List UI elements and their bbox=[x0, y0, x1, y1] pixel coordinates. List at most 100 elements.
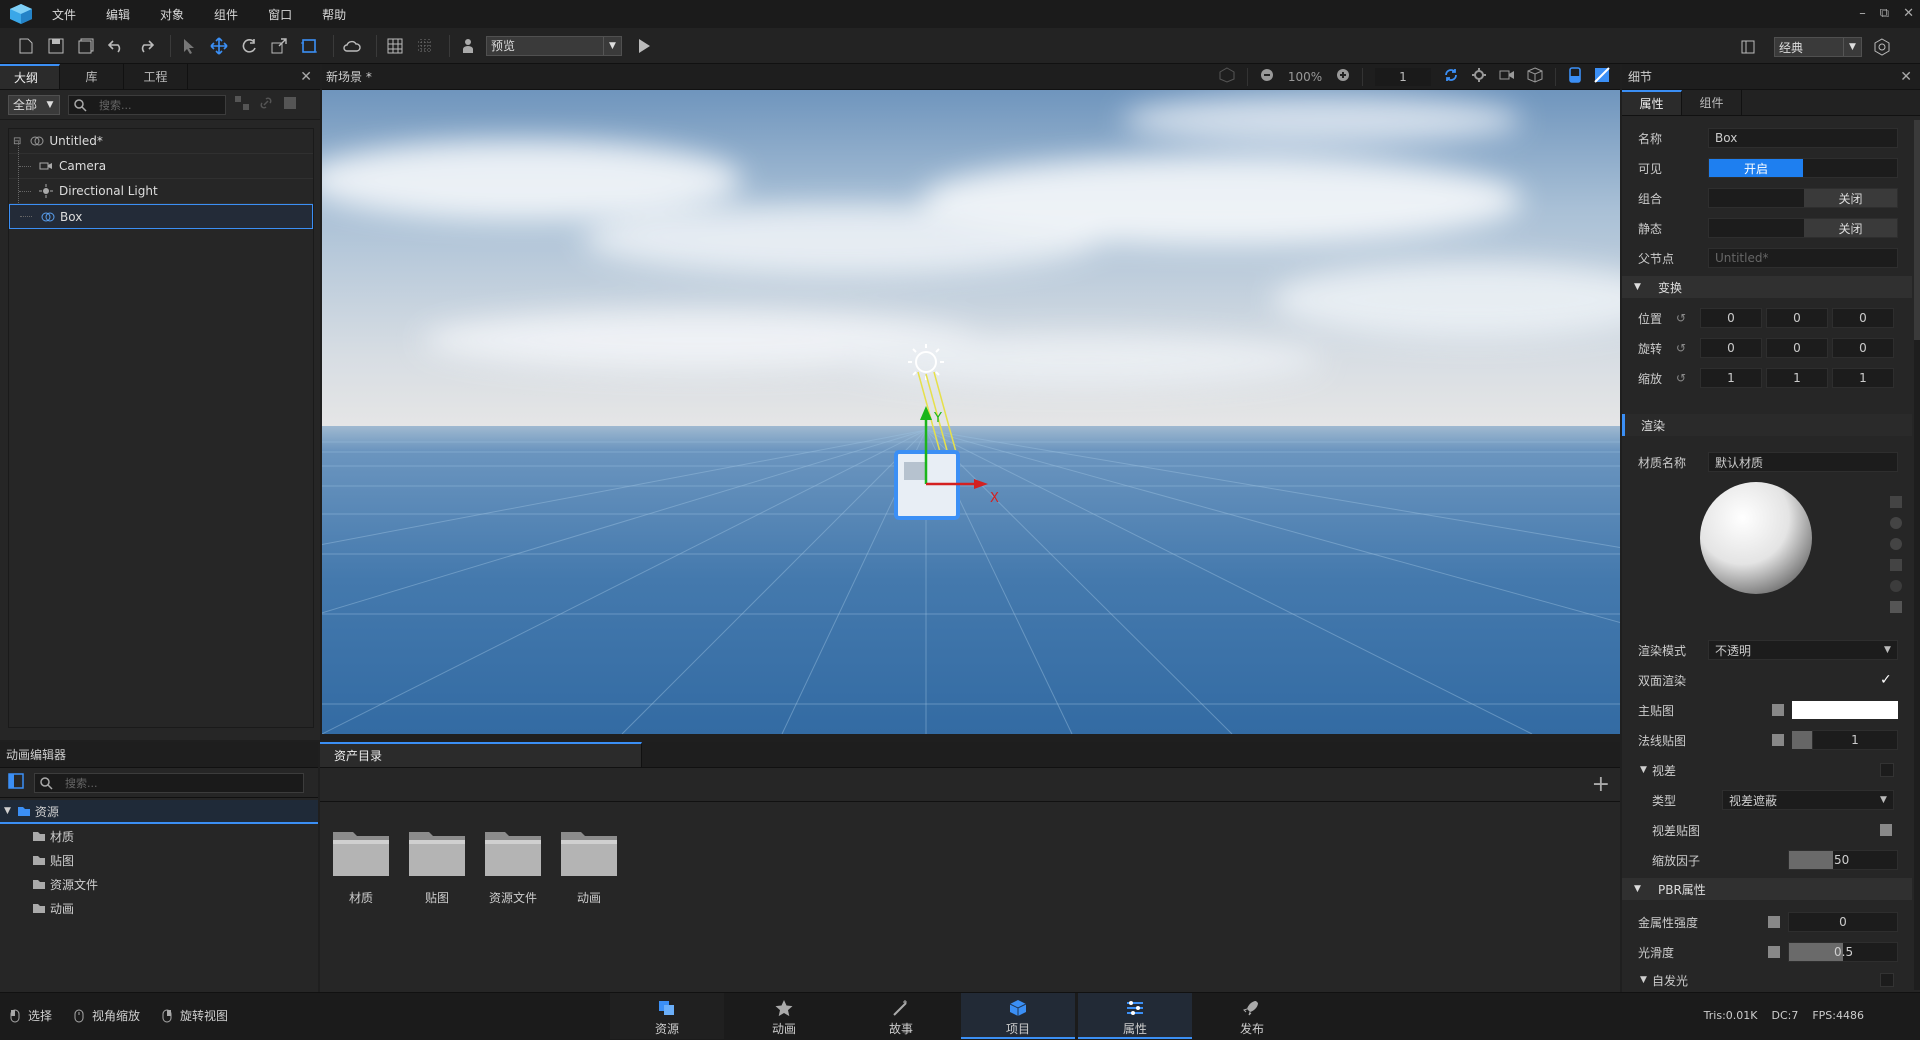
rotation-x[interactable]: 0 bbox=[1700, 338, 1762, 358]
display-mode-icon[interactable] bbox=[1594, 67, 1610, 86]
menu-window[interactable]: 窗口 bbox=[268, 6, 292, 23]
parallax-type-dropdown[interactable]: 视差遮蔽 bbox=[1722, 790, 1894, 810]
close-panel-icon[interactable]: ✕ bbox=[1900, 69, 1912, 85]
tree-folder-animations[interactable]: 动画 bbox=[32, 896, 318, 920]
outline-search[interactable]: 搜索... bbox=[68, 94, 226, 115]
rect-tool-icon[interactable] bbox=[297, 34, 321, 58]
scene-canvas[interactable]: Y X bbox=[322, 90, 1620, 734]
section-render[interactable]: 渲染 bbox=[1622, 414, 1912, 436]
preview-dropdown[interactable]: 预览 ▼ bbox=[486, 35, 622, 56]
collapse-icon[interactable]: ▼ bbox=[1640, 975, 1647, 985]
cube-view-icon[interactable] bbox=[1527, 67, 1543, 86]
menu-edit[interactable]: 编辑 bbox=[106, 6, 130, 23]
rotate-tool-icon[interactable] bbox=[237, 34, 261, 58]
player-icon[interactable] bbox=[456, 34, 480, 58]
select-tool-icon[interactable] bbox=[177, 34, 201, 58]
restore-button[interactable]: ⧉ bbox=[1880, 6, 1889, 21]
tree-folder-textures[interactable]: 贴图 bbox=[32, 848, 318, 872]
position-z[interactable]: 0 bbox=[1832, 308, 1894, 328]
emission-checkbox[interactable] bbox=[1880, 973, 1894, 987]
shape-sphere-button[interactable] bbox=[1890, 517, 1902, 529]
group-toggle[interactable]: 关闭 bbox=[1804, 189, 1897, 207]
grid-size-input[interactable]: 1 bbox=[1375, 67, 1431, 86]
asset-folder-materials[interactable]: 材质 bbox=[330, 826, 392, 906]
reset-icon[interactable]: ↺ bbox=[1676, 341, 1686, 355]
metallic-field[interactable]: 0 bbox=[1788, 912, 1898, 932]
save-all-icon[interactable] bbox=[74, 34, 98, 58]
scale-tool-icon[interactable] bbox=[267, 34, 291, 58]
scale-y[interactable]: 1 bbox=[1766, 368, 1828, 388]
layout-dropdown[interactable]: 经典 ▼ bbox=[1774, 37, 1862, 57]
grid-icon[interactable] bbox=[383, 34, 407, 58]
tool-select[interactable]: 选择 bbox=[10, 1007, 52, 1024]
scene-viewport[interactable]: Y X bbox=[322, 90, 1620, 734]
texture-picker-icon[interactable] bbox=[1880, 824, 1892, 836]
close-window-button[interactable]: ✕ bbox=[1903, 6, 1914, 21]
save-icon[interactable] bbox=[44, 34, 68, 58]
zoom-out-icon[interactable] bbox=[1260, 68, 1274, 85]
bottom-tab-project[interactable]: 项目 bbox=[961, 993, 1075, 1039]
tree-folder-assets[interactable]: 资源文件 bbox=[32, 872, 318, 896]
close-panel-icon[interactable]: ✕ bbox=[300, 69, 312, 85]
collapse-icon[interactable]: ▼ bbox=[1640, 765, 1647, 775]
bottom-tab-publish[interactable]: 发布 bbox=[1195, 993, 1309, 1039]
reset-icon[interactable]: ↺ bbox=[1676, 371, 1686, 385]
resource-search[interactable]: 搜索... bbox=[34, 772, 304, 793]
tab-components[interactable]: 组件 bbox=[1682, 90, 1742, 115]
scrollbar[interactable] bbox=[1914, 120, 1920, 990]
bottom-tab-properties[interactable]: 属性 bbox=[1078, 993, 1192, 1039]
tab-library[interactable]: 库 bbox=[60, 64, 124, 89]
camera-view-icon[interactable] bbox=[1499, 69, 1515, 84]
shape-torus-button[interactable] bbox=[1890, 580, 1902, 592]
tab-project[interactable]: 工程 bbox=[124, 64, 188, 89]
section-pbr[interactable]: ▼ PBR属性 bbox=[1622, 878, 1912, 900]
gear-icon[interactable] bbox=[1471, 67, 1487, 86]
tab-properties[interactable]: 属性 bbox=[1622, 90, 1682, 115]
scene-tab-title[interactable]: 新场景 * bbox=[326, 68, 372, 85]
tree-root-resources[interactable]: ▼ 资源 bbox=[0, 800, 318, 824]
asset-folder-animations[interactable]: 动画 bbox=[558, 826, 620, 906]
tree-item-camera[interactable]: Camera bbox=[9, 141, 313, 217]
snap-grid-icon[interactable] bbox=[413, 34, 437, 58]
delete-icon[interactable] bbox=[282, 95, 298, 114]
texture-picker-icon[interactable] bbox=[1772, 734, 1784, 746]
minimize-button[interactable]: – bbox=[1859, 6, 1866, 21]
position-y[interactable]: 0 bbox=[1766, 308, 1828, 328]
reset-icon[interactable]: ↺ bbox=[1676, 311, 1686, 325]
static-toggle[interactable]: 关闭 bbox=[1804, 219, 1897, 237]
menu-component[interactable]: 组件 bbox=[214, 6, 238, 23]
rotation-y[interactable]: 0 bbox=[1766, 338, 1828, 358]
tab-asset-directory[interactable]: 资产目录 bbox=[320, 742, 642, 767]
scale-x[interactable]: 1 bbox=[1700, 368, 1762, 388]
render-mode-dropdown[interactable]: 不透明 bbox=[1708, 640, 1898, 660]
tree-item-light[interactable]: Directional Light bbox=[9, 179, 313, 204]
section-transform[interactable]: ▼ 变换 bbox=[1622, 276, 1912, 298]
asset-folder-assets[interactable]: 资源文件 bbox=[482, 826, 544, 906]
gizmo-icon[interactable] bbox=[1219, 67, 1235, 86]
tree-item-box[interactable]: Box bbox=[9, 204, 313, 229]
refresh-view-icon[interactable] bbox=[1443, 67, 1459, 86]
menu-help[interactable]: 帮助 bbox=[322, 6, 346, 23]
rotation-z[interactable]: 0 bbox=[1832, 338, 1894, 358]
filter-dropdown[interactable]: 全部 ▼ bbox=[8, 94, 60, 115]
rotate-preview-button[interactable] bbox=[1890, 601, 1902, 613]
asset-folder-textures[interactable]: 贴图 bbox=[406, 826, 468, 906]
layout-icon[interactable] bbox=[1736, 35, 1760, 59]
texture-picker-icon[interactable] bbox=[1768, 946, 1780, 958]
tree-folder-materials[interactable]: 材质 bbox=[32, 824, 318, 848]
visible-toggle[interactable]: 开启 bbox=[1709, 159, 1803, 177]
texture-picker-icon[interactable] bbox=[1768, 916, 1780, 928]
parallax-checkbox[interactable] bbox=[1880, 763, 1894, 777]
normal-texture-swatch[interactable] bbox=[1792, 731, 1812, 749]
normal-strength-field[interactable]: 1 bbox=[1812, 730, 1898, 750]
settings-hex-icon[interactable] bbox=[1870, 35, 1894, 59]
panel-toggle-icon[interactable] bbox=[8, 773, 24, 792]
menu-object[interactable]: 对象 bbox=[160, 6, 184, 23]
new-file-icon[interactable] bbox=[14, 34, 38, 58]
undo-icon[interactable] bbox=[104, 34, 128, 58]
tool-rotate-view[interactable]: 旋转视图 bbox=[162, 1007, 228, 1024]
bottom-tab-story[interactable]: 故事 bbox=[844, 993, 958, 1039]
position-x[interactable]: 0 bbox=[1700, 308, 1762, 328]
material-field[interactable]: 默认材质 bbox=[1708, 452, 1898, 472]
bottom-tab-resources[interactable]: 资源 bbox=[610, 993, 724, 1039]
